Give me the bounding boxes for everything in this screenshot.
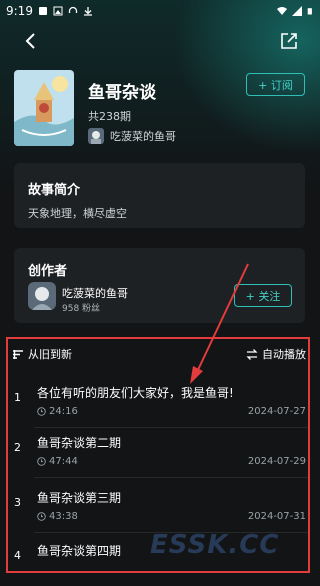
notification-icon	[38, 7, 47, 15]
download-icon	[83, 7, 92, 16]
subscribe-button[interactable]: + 订阅	[246, 73, 305, 96]
episode-title: 鱼哥杂谈第三期	[37, 491, 122, 505]
headphones-icon	[68, 6, 78, 13]
status-time: 9:19	[6, 4, 33, 18]
clock-icon	[37, 457, 46, 466]
album-title: 鱼哥杂谈	[88, 83, 156, 103]
episode-title: 鱼哥杂谈第四期	[37, 544, 122, 558]
episode-date: 2024-07-31	[247, 511, 306, 522]
episode-title: 各位有听的朋友们大家好，我是鱼哥!	[37, 386, 234, 400]
episode-duration-text: 24:16	[49, 406, 78, 417]
share-icon[interactable]	[278, 30, 300, 52]
follow-button[interactable]: + 关注	[234, 284, 292, 307]
status-bar: 9:19	[0, 0, 320, 22]
creator-heading: 创作者	[28, 264, 68, 279]
episode-date: 2024-07-29	[247, 456, 306, 467]
episode-item[interactable]: 2 鱼哥杂谈第二期 47:44 2024-07-29	[14, 428, 308, 478]
episode-index: 1	[14, 391, 21, 404]
episode-index: 3	[14, 496, 21, 509]
album-author[interactable]: 吃菠菜的鱼哥	[88, 128, 176, 144]
episode-item[interactable]: 1 各位有听的朋友们大家好，我是鱼哥! 24:16 2024-07-27	[14, 378, 308, 428]
back-icon[interactable]	[20, 30, 42, 52]
episode-count: 共238期	[88, 110, 131, 123]
author-avatar	[88, 128, 104, 144]
watermark: ESSK.CC	[150, 530, 280, 560]
signal-icon	[292, 6, 302, 16]
autoplay-label: 自动播放	[262, 348, 306, 361]
episode-date: 2024-07-27	[247, 406, 306, 417]
clock-icon	[37, 512, 46, 521]
divider	[34, 477, 308, 478]
sort-bar: 从旧到新 自动播放	[12, 344, 308, 364]
creator-avatar[interactable]	[28, 282, 56, 310]
sort-icon	[13, 349, 23, 359]
episode-index: 4	[14, 549, 21, 562]
episode-duration: 24:16	[37, 406, 78, 417]
intro-text: 天象地理，横尽虚空	[28, 207, 127, 220]
creator-name[interactable]: 吃菠菜的鱼哥	[62, 285, 128, 301]
episode-item[interactable]: 3 鱼哥杂谈第三期 43:38 2024-07-31	[14, 483, 308, 533]
autoplay-toggle[interactable]: 自动播放	[246, 346, 306, 362]
episode-title: 鱼哥杂谈第二期	[37, 436, 122, 450]
autoplay-icon	[246, 348, 258, 360]
top-bar	[0, 28, 320, 54]
episode-duration-text: 43:38	[49, 511, 78, 522]
sort-order-label: 从旧到新	[28, 348, 72, 361]
episode-duration: 43:38	[37, 511, 78, 522]
creator-fans: 958 粉丝	[62, 304, 101, 314]
album-cover	[14, 70, 74, 146]
episode-index: 2	[14, 441, 21, 454]
image-icon	[53, 6, 63, 16]
intro-heading: 故事简介	[28, 183, 81, 198]
episode-duration-text: 47:44	[49, 456, 78, 467]
intro-card: 故事简介 天象地理，横尽虚空	[14, 163, 305, 228]
author-name: 吃菠菜的鱼哥	[110, 130, 176, 143]
creator-card: 创作者 吃菠菜的鱼哥 958 粉丝 + 关注	[14, 248, 305, 323]
battery-icon	[307, 8, 312, 15]
episode-duration: 47:44	[37, 456, 78, 467]
sort-order-toggle[interactable]: 从旧到新	[12, 346, 72, 362]
wifi-icon	[277, 7, 287, 15]
clock-icon	[37, 407, 46, 416]
